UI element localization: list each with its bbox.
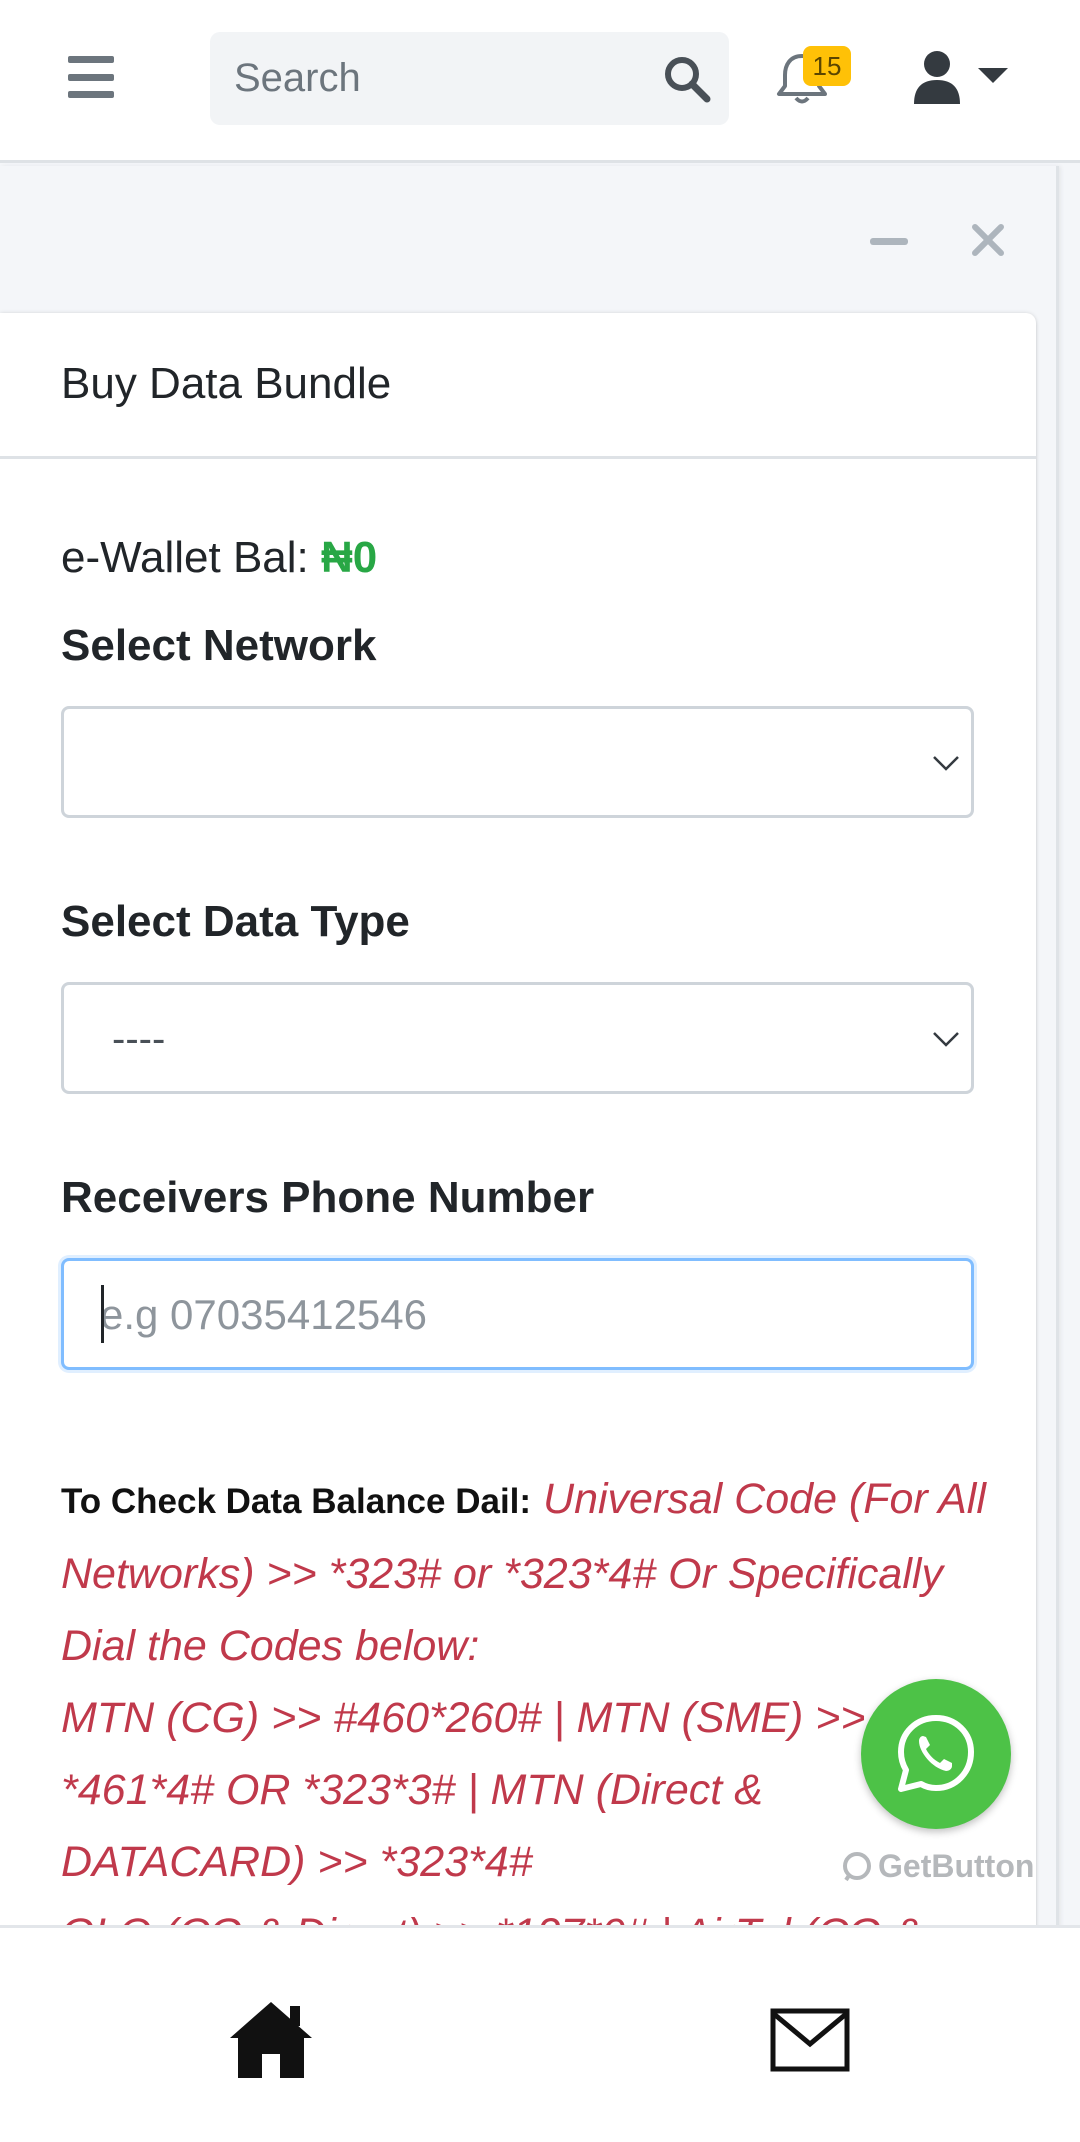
hamburger-icon[interactable] [68,56,114,98]
search-icon[interactable] [662,54,712,104]
minus-icon[interactable] [870,238,908,245]
info-lead: To Check Data Balance Dail: [61,1482,532,1521]
user-icon[interactable] [912,50,962,104]
mail-icon[interactable] [770,2008,850,2072]
data-balance-info: To Check Data Balance Dail: Universal Co… [61,1463,991,1970]
getbutton-branding[interactable]: GetButton [840,1848,1034,1885]
chevron-down-icon [933,756,959,771]
phone-input[interactable] [100,1287,940,1343]
caret-down-icon[interactable] [978,68,1008,83]
text-cursor [101,1285,104,1343]
phone-label: Receivers Phone Number [61,1173,595,1222]
card-header: Buy Data Bundle [0,313,1036,459]
notification-badge: 15 [803,46,851,86]
search-input[interactable] [234,50,634,106]
whatsapp-button[interactable] [861,1679,1011,1829]
info-line-mtn: MTN (CG) >> #460*260# | MTN (SME) >> *46… [61,1694,866,1886]
search-box [210,32,729,125]
getbutton-label: GetButton [878,1848,1035,1884]
data-type-select-value: ---- [112,1017,166,1061]
home-icon[interactable] [226,1998,316,2080]
network-label: Select Network [61,621,377,670]
chevron-down-icon [933,1032,959,1047]
whatsapp-icon [898,1715,974,1792]
getbutton-icon [843,1851,871,1881]
wallet-balance: e-Wallet Bal: ₦0 [61,533,377,583]
bottom-nav [0,1925,1080,2142]
data-type-label: Select Data Type [61,897,410,946]
top-navbar: 15 [0,0,1080,163]
phone-field[interactable] [61,1258,974,1370]
close-icon[interactable] [970,222,1006,258]
network-select[interactable] [61,706,974,818]
data-type-select[interactable]: ---- [61,982,974,1094]
card-title: Buy Data Bundle [61,359,392,408]
wallet-label: e-Wallet Bal: [61,533,322,582]
wallet-amount: ₦0 [321,533,378,582]
